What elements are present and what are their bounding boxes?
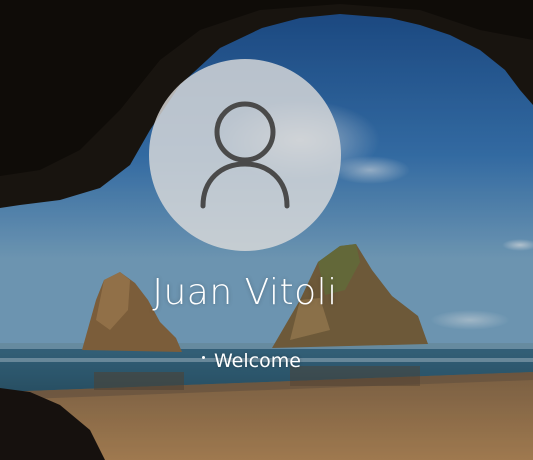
user-avatar xyxy=(149,59,341,251)
user-name: Juan Vitoli xyxy=(152,272,338,313)
loading-dot-icon xyxy=(202,355,205,359)
user-silhouette-icon xyxy=(197,100,293,210)
welcome-status: Welcome xyxy=(202,350,301,372)
welcome-text: Welcome xyxy=(214,350,301,372)
lock-screen: Juan Vitoli Welcome xyxy=(0,0,533,460)
